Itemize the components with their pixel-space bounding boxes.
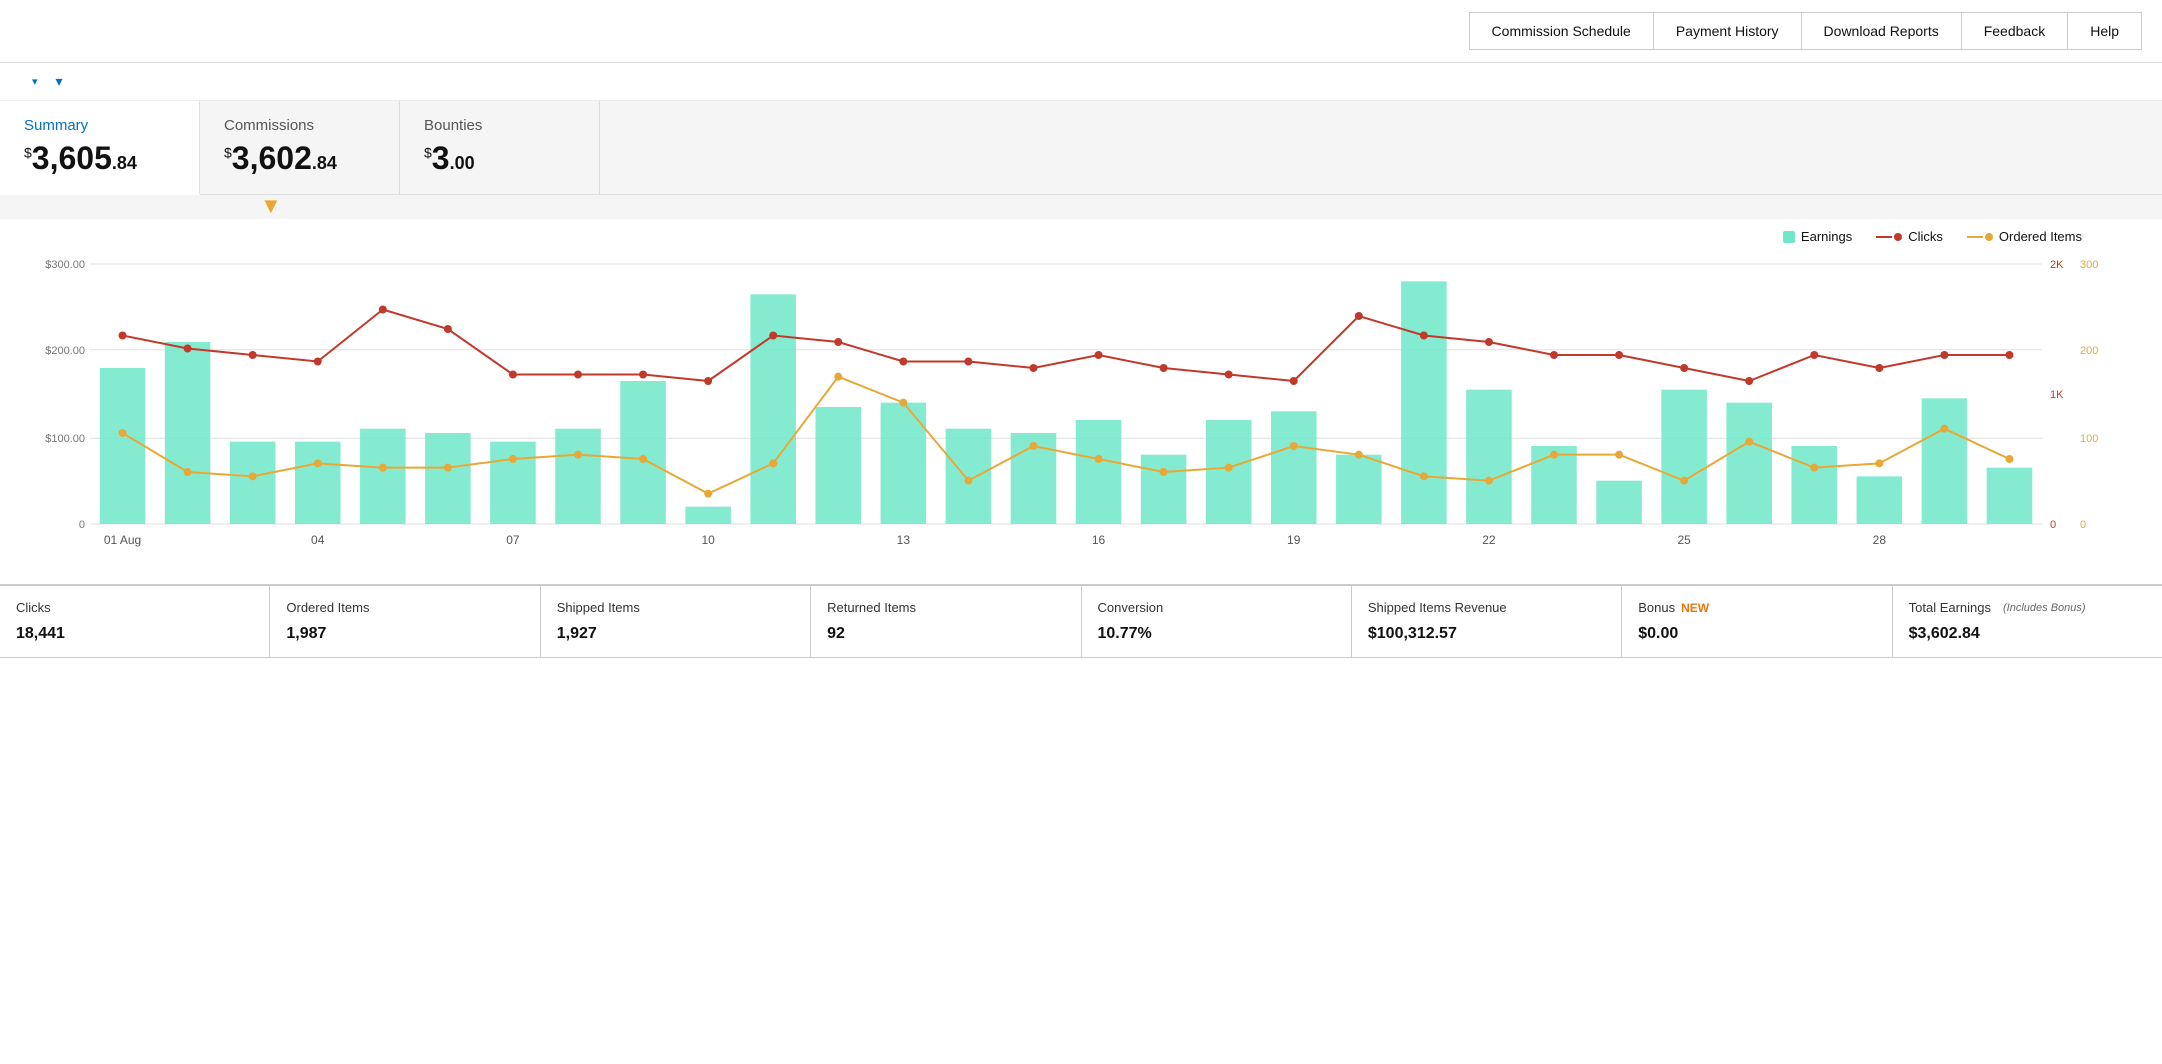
- top-bar: Commission SchedulePayment HistoryDownlo…: [0, 0, 2162, 63]
- stats-label-container: Ordered Items: [286, 600, 523, 615]
- legend-item-clicks: Clicks: [1876, 229, 1943, 244]
- svg-text:25: 25: [1677, 533, 1691, 547]
- stats-cell-ordered-items: Ordered Items 1,987: [270, 586, 540, 657]
- legend-label: Earnings: [1801, 229, 1852, 244]
- stats-value: 10.77%: [1098, 625, 1335, 643]
- tracking-id-label: ▾: [56, 73, 63, 90]
- summary-tabs: Summary $3,605.84 Commissions $3,602.84 …: [0, 101, 2162, 195]
- nav-button-payment-history[interactable]: Payment History: [1654, 12, 1802, 50]
- stat-label: Bonus: [1638, 600, 1675, 615]
- stat-label: Conversion: [1098, 600, 1164, 615]
- stats-label-container: Conversion: [1098, 600, 1335, 615]
- summary-tab-commissions[interactable]: Commissions $3,602.84: [200, 101, 400, 194]
- svg-text:07: 07: [506, 533, 520, 547]
- svg-text:19: 19: [1287, 533, 1301, 547]
- svg-text:300: 300: [2080, 259, 2098, 271]
- stat-label: Ordered Items: [286, 600, 369, 615]
- tab-value: $3,602.84: [224, 140, 359, 177]
- legend-item-earnings: Earnings: [1783, 229, 1852, 244]
- stats-value: $100,312.57: [1368, 625, 1605, 643]
- stats-value: $0.00: [1638, 625, 1875, 643]
- svg-text:2K: 2K: [2050, 259, 2064, 271]
- nav-button-help[interactable]: Help: [2068, 12, 2142, 50]
- summary-tab-bounties[interactable]: Bounties $3.00: [400, 101, 600, 194]
- tab-value: $3,605.84: [24, 140, 159, 177]
- nav-button-download-reports[interactable]: Download Reports: [1802, 12, 1962, 50]
- legend-label: Ordered Items: [1999, 229, 2082, 244]
- legend-item-ordered items: Ordered Items: [1967, 229, 2082, 244]
- tab-label: Bounties: [424, 117, 559, 134]
- this-month-chevron[interactable]: ▾: [32, 75, 38, 88]
- chart-legend: Earnings Clicks Ordered Items: [20, 229, 2142, 244]
- tab-label: Summary: [24, 117, 159, 134]
- legend-color: [1783, 231, 1795, 243]
- stats-value: $3,602.84: [1909, 625, 2146, 643]
- svg-text:04: 04: [311, 533, 325, 547]
- stats-label-container: Total Earnings (Includes Bonus): [1909, 600, 2146, 615]
- stats-value: 1,927: [557, 625, 794, 643]
- svg-text:22: 22: [1482, 533, 1496, 547]
- legend-line-icon: [1967, 233, 1993, 241]
- stats-cell-returned-items: Returned Items 92: [811, 586, 1081, 657]
- stats-label-container: Shipped Items: [557, 600, 794, 615]
- stats-label-container: Shipped Items Revenue: [1368, 600, 1605, 615]
- svg-text:$300.00: $300.00: [45, 259, 85, 271]
- tab-value: $3.00: [424, 140, 559, 177]
- svg-text:$100.00: $100.00: [45, 433, 85, 445]
- top-navigation: Commission SchedulePayment HistoryDownlo…: [1469, 12, 2142, 50]
- legend-label: Clicks: [1908, 229, 1943, 244]
- stats-label-container: Returned Items: [827, 600, 1064, 615]
- new-badge: NEW: [1681, 601, 1709, 615]
- stats-label-container: Clicks: [16, 600, 253, 615]
- chart-wrapper: $300.00 $200.00 $100.00 0 2K 1K 0 300 200 100 0 01 …: [20, 254, 2142, 574]
- legend-line-icon: [1876, 233, 1902, 241]
- stat-sublabel: (Includes Bonus): [2003, 602, 2086, 614]
- svg-text:01 Aug: 01 Aug: [104, 533, 141, 547]
- stats-cell-shipped-items: Shipped Items 1,927: [541, 586, 811, 657]
- chart-container: Earnings Clicks Ordered Items $300.00 $20…: [0, 219, 2162, 584]
- date-filter-area: ▾ ▾: [20, 73, 63, 90]
- svg-text:$200.00: $200.00: [45, 345, 85, 357]
- svg-text:1K: 1K: [2050, 389, 2064, 401]
- svg-text:13: 13: [897, 533, 911, 547]
- svg-text:10: 10: [701, 533, 715, 547]
- stats-value: 18,441: [16, 625, 253, 643]
- stats-cell-bonus: Bonus NEW $0.00: [1622, 586, 1892, 657]
- stats-label-container: Bonus NEW: [1638, 600, 1875, 615]
- stat-label: Shipped Items: [557, 600, 640, 615]
- tracking-chevron[interactable]: ▾: [56, 73, 63, 89]
- svg-text:28: 28: [1873, 533, 1887, 547]
- stats-cell-shipped-items-revenue: Shipped Items Revenue $100,312.57: [1352, 586, 1622, 657]
- nav-button-feedback[interactable]: Feedback: [1962, 12, 2068, 50]
- summary-tab-summary[interactable]: Summary $3,605.84: [0, 101, 200, 195]
- stats-cell-conversion: Conversion 10.77%: [1082, 586, 1352, 657]
- tab-label: Commissions: [224, 117, 359, 134]
- svg-text:0: 0: [2050, 519, 2056, 531]
- svg-text:0: 0: [79, 519, 85, 531]
- svg-text:16: 16: [1092, 533, 1106, 547]
- stat-label: Total Earnings: [1909, 600, 1991, 615]
- stats-table: Clicks 18,441 Ordered Items 1,987 Shippe…: [0, 584, 2162, 658]
- nav-button-commission-schedule[interactable]: Commission Schedule: [1469, 12, 1654, 50]
- svg-text:200: 200: [2080, 345, 2098, 357]
- stats-cell-total-earnings: Total Earnings (Includes Bonus) $3,602.84: [1893, 586, 2162, 657]
- sub-header: ▾ ▾: [0, 63, 2162, 101]
- stats-value: 1,987: [286, 625, 523, 643]
- svg-text:100: 100: [2080, 433, 2098, 445]
- stat-label: Shipped Items Revenue: [1368, 600, 1507, 615]
- svg-text:0: 0: [2080, 519, 2086, 531]
- stat-label: Returned Items: [827, 600, 916, 615]
- stat-label: Clicks: [16, 600, 51, 615]
- stats-value: 92: [827, 625, 1064, 643]
- stats-cell-clicks: Clicks 18,441: [0, 586, 270, 657]
- chart-svg: $300.00 $200.00 $100.00 0 2K 1K 0 300 200 100 0 01 …: [20, 254, 2142, 574]
